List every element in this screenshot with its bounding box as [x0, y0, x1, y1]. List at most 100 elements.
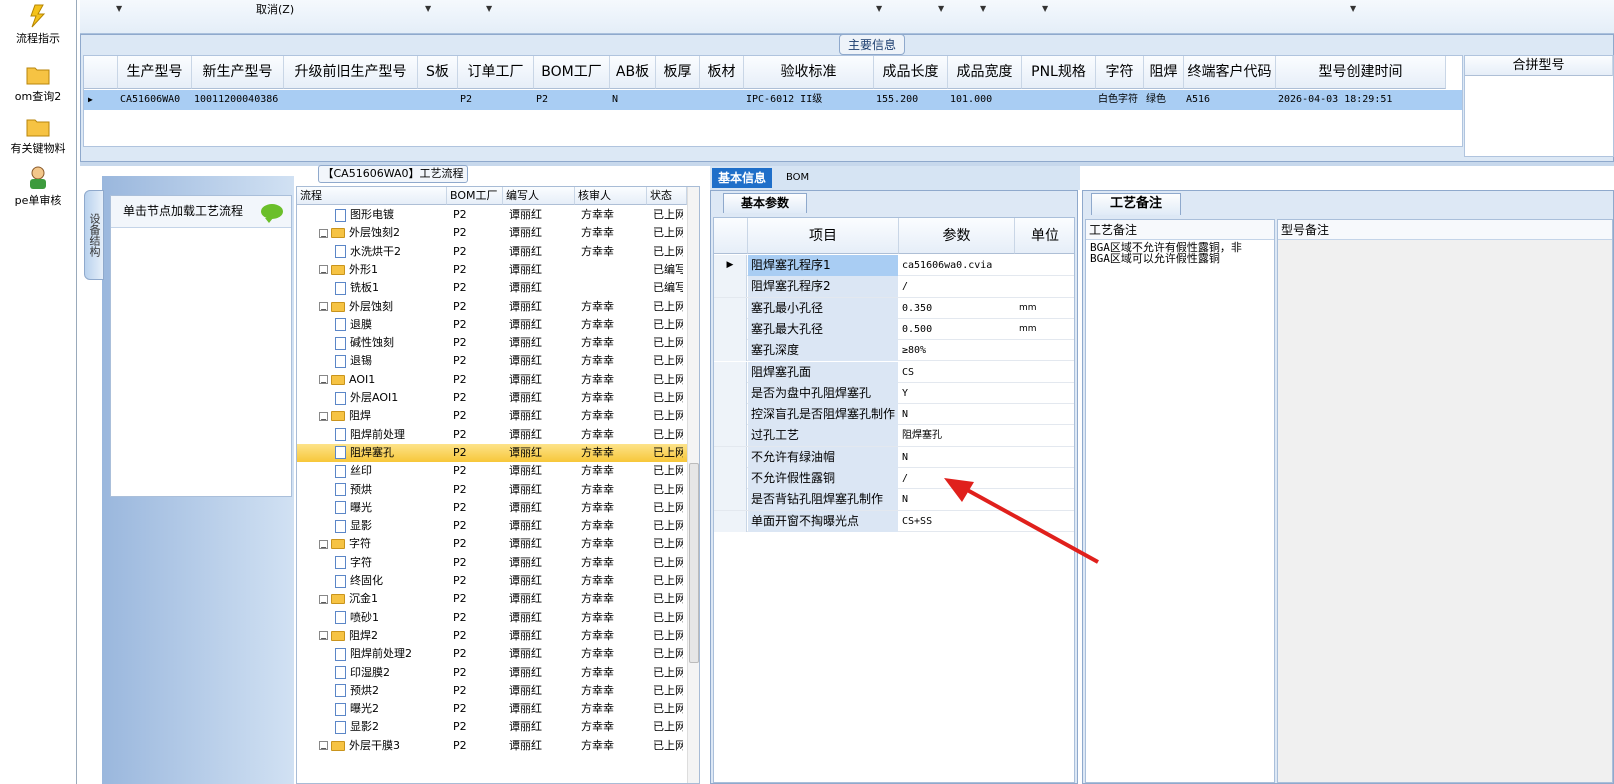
param-value[interactable]: N — [899, 447, 1015, 468]
tree-row[interactable]: 预烘 P2 谭丽红 方幸幸 已上网 — [297, 481, 687, 499]
expand-toggle-icon[interactable]: − — [319, 302, 328, 311]
tab-basic-info[interactable]: 基本信息 — [712, 168, 773, 188]
tree-row[interactable]: 铣板1 P2 谭丽红 已编写 — [297, 279, 687, 297]
column-header[interactable]: 流程 — [297, 187, 447, 205]
column-header[interactable]: 型号创建时间 — [1276, 56, 1446, 89]
nav-item-review[interactable]: pe单审核 — [0, 166, 76, 208]
param-value[interactable]: 0.350 — [899, 298, 1015, 319]
column-header[interactable]: 编写人 — [503, 187, 575, 205]
tree-row[interactable]: 外层AOI1 P2 谭丽红 方幸幸 已上网 — [297, 389, 687, 407]
expand-toggle-icon[interactable]: − — [319, 631, 328, 641]
table-cell[interactable]: 10011200040386 — [194, 90, 284, 110]
tree-row[interactable]: 阻焊塞孔 P2 谭丽红 方幸幸 已上网 — [297, 443, 687, 463]
param-value[interactable]: 阻焊塞孔 — [899, 425, 1015, 446]
table-cell[interactable] — [702, 90, 744, 110]
tree-row[interactable]: − 外层干膜3 P2 谭丽红 方幸幸 已上网 — [297, 737, 687, 755]
tree-row[interactable]: 阻焊前处理 P2 谭丽红 方幸幸 已上网 — [297, 426, 687, 444]
param-row[interactable]: 控深盲孔是否阻焊塞孔制作 N — [714, 404, 1074, 426]
tree-row[interactable]: 喷砂1 P2 谭丽红 方幸幸 已上网 — [297, 609, 687, 627]
tree-node[interactable]: 碱性蚀刻 — [335, 336, 447, 350]
tree-node[interactable]: 丝印 — [335, 464, 447, 478]
table-cell[interactable] — [1024, 90, 1096, 110]
column-header[interactable]: AB板 — [610, 56, 656, 89]
dropdown-arrow-icon[interactable]: ▼ — [938, 4, 944, 13]
column-header[interactable]: 状态 — [647, 187, 687, 205]
param-value[interactable]: ca51606wa0.cvia — [899, 255, 1015, 276]
tab-basic-params[interactable]: 基本参数 — [723, 193, 807, 213]
column-header-item[interactable]: 项目 — [748, 218, 899, 254]
tree-node[interactable]: − 字符 — [319, 537, 447, 551]
param-value[interactable]: Y — [899, 383, 1015, 404]
tree-node[interactable]: 水洗烘干2 — [335, 245, 447, 259]
nav-item-material[interactable]: 有关键物料 — [0, 114, 76, 156]
param-row[interactable]: 不允许有绿油帽 N — [714, 446, 1074, 468]
tree-row[interactable]: 终固化 P2 谭丽红 方幸幸 已上网 — [297, 572, 687, 590]
dropdown-arrow-icon[interactable]: ▼ — [980, 4, 986, 13]
param-row[interactable]: 阻焊塞孔程序2/ — [714, 276, 1074, 298]
column-header[interactable]: 升级前旧生产型号 — [284, 56, 418, 89]
tree-row[interactable]: − 沉金1 P2 谭丽红 方幸幸 已上网 — [297, 590, 687, 608]
param-value[interactable]: ≥80% — [899, 340, 1015, 361]
expand-toggle-icon[interactable]: − — [319, 539, 328, 549]
param-row[interactable]: 塞孔最小孔径 0.350 mm — [714, 297, 1074, 319]
table-cell[interactable]: P2 — [536, 90, 610, 110]
tree-row[interactable]: 曝光 P2 谭丽红 方幸幸 已上网 — [297, 499, 687, 517]
table-cell[interactable] — [420, 90, 458, 110]
param-row[interactable]: 过孔工艺 阻焊塞孔 — [714, 425, 1074, 447]
expand-toggle-icon[interactable]: − — [319, 741, 328, 751]
column-header-value[interactable]: 参数 — [899, 218, 1015, 254]
tree-node[interactable]: 终固化 — [335, 574, 447, 588]
nav-item-flow[interactable]: 流程指示 — [0, 4, 76, 46]
column-header[interactable]: 阻焊 — [1144, 56, 1184, 89]
tree-node[interactable]: 阻焊前处理2 — [335, 647, 447, 661]
tree-node[interactable]: 阻焊前处理 — [335, 428, 447, 442]
tree-node[interactable]: 退膜 — [335, 318, 447, 332]
tree-node[interactable]: 曝光 — [335, 501, 447, 515]
tree-row[interactable]: 退锡 P2 谭丽红 方幸幸 已上网 — [297, 352, 687, 370]
tree-row[interactable]: − 字符 P2 谭丽红 方幸幸 已上网 — [297, 535, 687, 553]
expand-toggle-icon[interactable]: − — [319, 228, 328, 238]
column-header[interactable]: S板 — [418, 56, 458, 89]
table-cell[interactable]: A516 — [1186, 90, 1276, 110]
tree-node[interactable]: − 外层蚀刻 — [319, 300, 447, 314]
param-row[interactable]: 阻焊塞孔面 CS — [714, 361, 1074, 383]
tree-row[interactable]: − AOI1 P2 谭丽红 方幸幸 已上网 — [297, 371, 687, 389]
tree-node[interactable]: − 外形1 — [319, 263, 447, 277]
column-header[interactable]: BOM工厂 — [447, 187, 503, 205]
expand-toggle-icon[interactable]: − — [319, 594, 328, 604]
tree-node[interactable]: 阻焊塞孔 — [335, 446, 447, 460]
dropdown-arrow-icon[interactable]: ▼ — [1042, 4, 1048, 13]
expand-toggle-icon[interactable]: − — [319, 265, 328, 275]
tree-row[interactable]: − 外层蚀刻2 P2 谭丽红 方幸幸 已上网 — [297, 224, 687, 242]
param-value[interactable]: / — [899, 276, 1015, 297]
tree-node[interactable]: − 沉金1 — [319, 592, 447, 606]
param-value[interactable]: N — [899, 404, 1015, 425]
tab-device-structure[interactable]: 设备结构 — [84, 190, 104, 280]
param-row[interactable]: 是否为盘中孔阻焊塞孔 Y — [714, 382, 1074, 405]
table-cell[interactable]: 155.200 — [876, 90, 948, 110]
tree-node[interactable]: 显影2 — [335, 720, 447, 734]
tree-row[interactable]: 丝印 P2 谭丽红 方幸幸 已上网 — [297, 462, 687, 480]
tree-row[interactable]: 曝光2 P2 谭丽红 方幸幸 已上网 — [297, 700, 687, 718]
table-cell[interactable]: 白色字符 — [1098, 90, 1144, 110]
tree-node[interactable]: 预烘2 — [335, 684, 447, 698]
tree-row[interactable]: 显影2 P2 谭丽红 方幸幸 已上网 — [297, 718, 687, 736]
tree-node[interactable]: − 外层蚀刻2 — [319, 226, 447, 240]
column-header[interactable]: 字符 — [1096, 56, 1144, 89]
tab-bom[interactable]: BOM — [780, 168, 815, 188]
dropdown-arrow-icon[interactable]: ▼ — [1350, 4, 1356, 13]
main-info-grid[interactable]: 生产型号 新生产型号 升级前旧生产型号 S板 订单工厂 BOM工厂 AB板 板厚 板材 验收标准成… — [83, 55, 1463, 147]
table-cell[interactable]: 101.000 — [950, 90, 1022, 110]
dropdown-arrow-icon[interactable]: ▼ — [876, 4, 882, 13]
tree-row[interactable]: 水洗烘干2 P2 谭丽红 方幸幸 已上网 — [297, 243, 687, 261]
param-value[interactable]: 0.500 — [899, 319, 1015, 340]
param-row[interactable]: ▶ 阻焊塞孔程序1 ca51606wa0.cvia — [714, 255, 1074, 277]
dropdown-arrow-icon[interactable]: ▼ — [116, 4, 122, 13]
column-header[interactable]: 订单工厂 — [458, 56, 534, 89]
tree-row[interactable]: 碱性蚀刻 P2 谭丽红 方幸幸 已上网 — [297, 334, 687, 352]
column-header-unit[interactable]: 单位 — [1015, 218, 1074, 254]
load-flow-header[interactable]: 单击节点加载工艺流程 — [111, 196, 291, 228]
tree-node[interactable]: − 阻焊 — [319, 409, 447, 423]
model-remarks-box[interactable]: 型号备注 — [1277, 219, 1613, 783]
column-header[interactable]: 生产型号 — [118, 56, 192, 89]
